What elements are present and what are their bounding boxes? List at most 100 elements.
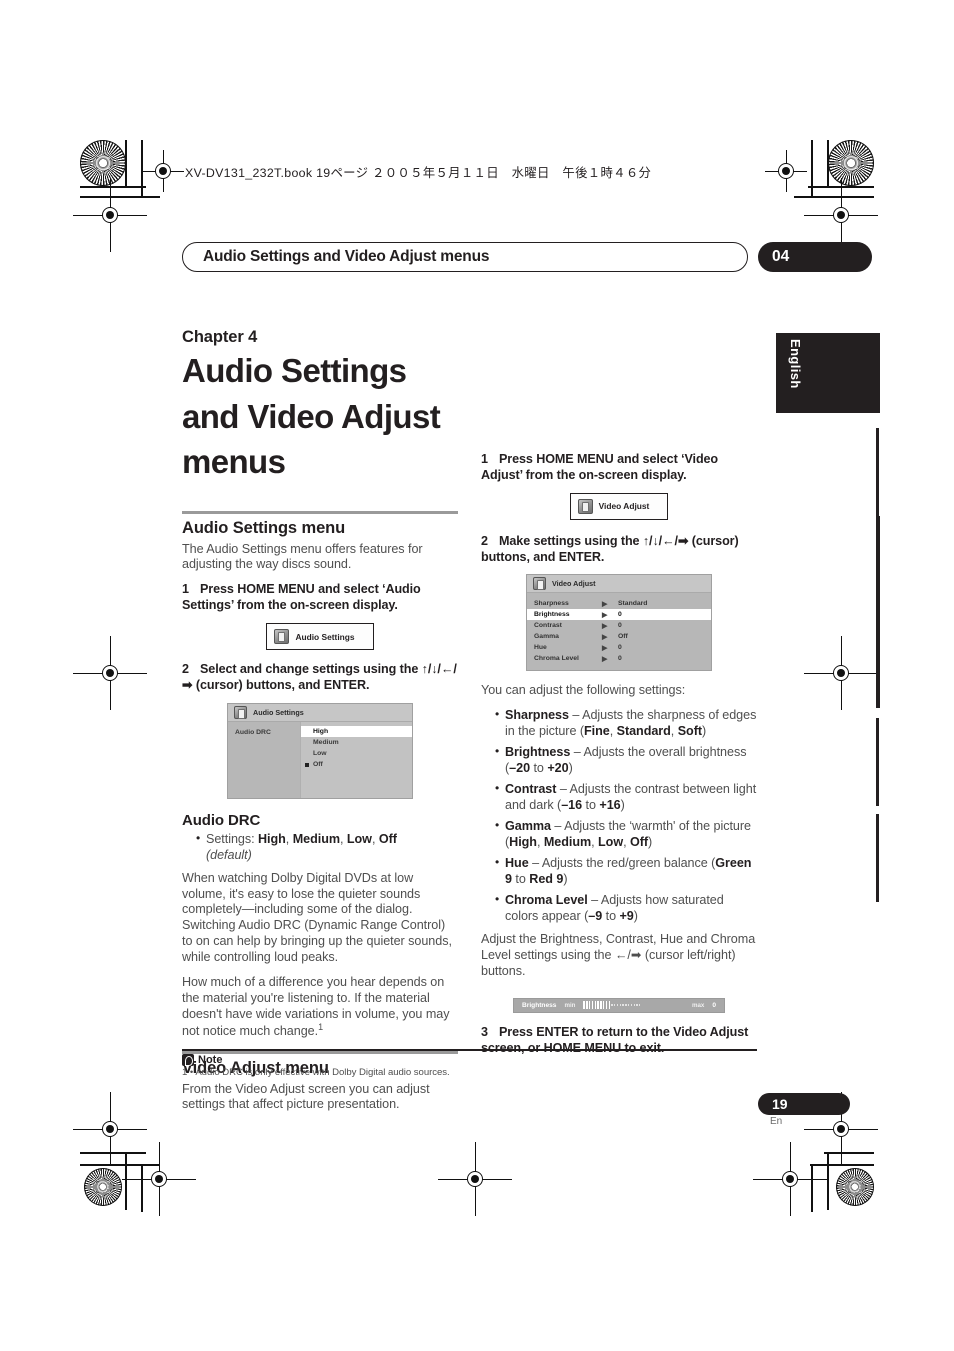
osd-video-row-brightness-value: 0: [618, 611, 622, 619]
footnote-marker: 1: [318, 1022, 324, 1033]
note-icon: [182, 1053, 194, 1066]
crop-mark-bottom-right-h2: [810, 1164, 874, 1166]
osd-slider-max-label: max: [691, 1001, 705, 1009]
audio-drc-settings-item: Settings: High, Medium, Low, Off (defaul…: [196, 831, 458, 864]
video-setting-sharpness-close: ): [701, 724, 707, 739]
osd-video-row-hue[interactable]: Hue ▶ 0: [527, 642, 711, 653]
edge-tab-marker-3: [876, 612, 880, 708]
chevron-right-icon: ▶: [602, 600, 608, 608]
osd-video-row-gamma-value: Off: [618, 633, 628, 641]
video-setting-brightness-close: ): [568, 761, 573, 776]
chevron-right-icon: ▶: [602, 644, 608, 652]
audio-step-2-text: Select and change settings using the ↑/↓…: [182, 662, 457, 692]
note-divider: [182, 1049, 757, 1051]
video-setting-contrast-max: +16: [599, 798, 621, 813]
video-step-1: 1 Press HOME MENU and select ‘Video Adjus…: [481, 452, 757, 484]
osd-panel-audio-title-bar: Audio Settings: [228, 703, 412, 722]
edge-tab-marker-4: [876, 718, 879, 806]
osd-video-row-chroma-label: Chroma Level: [534, 655, 579, 663]
osd-video-row-list: Sharpness ▶ Standard Brightness ▶ 0 Cont…: [527, 593, 711, 664]
osd-panel-audio-body: Audio DRC High Medium Low Off: [228, 721, 412, 798]
registration-target-right-middle: [804, 636, 878, 710]
osd-brightness-slider[interactable]: Brightness min max 0: [513, 997, 725, 1013]
video-setting-brightness-min: –20: [509, 761, 531, 776]
source-filename-line: XV-DV131_232T.book 19ページ ２００５年５月１１日 水曜日 …: [185, 166, 652, 180]
video-setting-contrast-close: ): [620, 798, 625, 813]
osd-button-video-adjust-label: Video Adjust: [598, 501, 650, 512]
osd-video-row-chroma-value: 0: [618, 655, 622, 663]
page-number-badge: 19: [758, 1093, 850, 1115]
registration-target-bottom-center: [438, 1142, 512, 1216]
osd-slider-ticks[interactable]: [583, 999, 683, 1012]
video-setting-hue-sep: to: [511, 872, 530, 887]
osd-video-row-hue-label: Hue: [534, 644, 547, 652]
chapter-number-badge: 04: [758, 242, 872, 272]
osd-audio-option-low[interactable]: Low: [301, 748, 412, 759]
video-setting-chroma-close: ): [633, 909, 638, 924]
osd-slider-min-label: min: [564, 1001, 576, 1009]
left-column: Chapter 4 Audio Settings and Video Adjus…: [182, 328, 458, 1122]
video-setting-hue-name: Hue: [505, 856, 529, 871]
crop-mark-top-left-v: [125, 140, 127, 188]
page-canvas: XV-DV131_232T.book 19ページ ２００５年５月１１日 水曜日 …: [0, 0, 954, 1351]
osd-panel-video-adjust[interactable]: Video Adjust Sharpness ▶ Standard Bright…: [526, 574, 712, 672]
osd-audio-option-off[interactable]: Off: [301, 759, 412, 770]
video-setting-chroma-sep: to: [602, 909, 620, 924]
video-setting-chroma-min: –9: [588, 909, 603, 924]
speaker-icon: [274, 629, 290, 645]
video-setting-contrast: Contrast – Adjusts the contrast between …: [495, 781, 757, 814]
crop-mark-top-left-h2: [80, 196, 160, 198]
video-step-3-number: 3: [481, 1024, 488, 1039]
osd-video-row-brightness[interactable]: Brightness ▶ 0: [527, 609, 711, 621]
crop-mark-bottom-right-v: [827, 1152, 829, 1210]
osd-audio-option-high[interactable]: High: [301, 725, 412, 737]
osd-video-row-gamma[interactable]: Gamma ▶ Off: [527, 631, 711, 642]
video-settings-intro: You can adjust the following settings:: [481, 683, 686, 698]
audio-step-1: 1 Press HOME MENU and select ‘Audio Setti…: [182, 582, 458, 614]
crop-mark-bottom-left-h: [80, 1152, 146, 1154]
video-setting-brightness-max: +20: [547, 761, 569, 776]
note-heading: Note: [198, 1053, 223, 1066]
crop-mark-top-left-v2: [141, 140, 143, 198]
crop-mark-top-right-v2: [811, 140, 813, 198]
audio-step-2: 2 Select and change settings using the ↑/…: [182, 662, 458, 694]
audio-settings-intro: The Audio Settings menu offers features …: [182, 541, 423, 572]
osd-video-row-hue-value: 0: [618, 644, 622, 652]
video-setting-sharpness-v3: Soft: [677, 724, 702, 739]
page-language-code: En: [770, 1116, 783, 1127]
crop-mark-top-left-h: [80, 186, 146, 188]
osd-button-audio-settings[interactable]: Audio Settings: [266, 623, 374, 651]
video-setting-sharpness-v1: Fine: [584, 724, 610, 739]
audio-drc-default-note: (default): [206, 847, 252, 862]
osd-video-row-sharpness[interactable]: Sharpness ▶ Standard: [527, 598, 711, 609]
video-setting-contrast-min: –16: [561, 798, 583, 813]
video-setting-brightness-sep: to: [530, 761, 548, 776]
video-setting-hue-close: ): [563, 872, 568, 887]
osd-video-row-contrast[interactable]: Contrast ▶ 0: [527, 620, 711, 631]
subsection-heading-audio-drc: Audio DRC: [182, 811, 261, 829]
osd-video-row-contrast-value: 0: [618, 622, 622, 630]
video-setting-contrast-name: Contrast: [505, 782, 557, 797]
edge-tab-marker-1: [876, 428, 879, 516]
audio-drc-value-medium: Medium: [292, 831, 340, 846]
section-heading-audio-settings: Audio Settings menu: [182, 518, 346, 537]
language-tab: English: [776, 333, 880, 413]
osd-video-row-chroma-level[interactable]: Chroma Level ▶ 0: [527, 653, 711, 664]
osd-slider-label: Brightness: [522, 1001, 557, 1009]
audio-step-1-number: 1: [182, 582, 189, 597]
registration-rosette-bottom-right: [836, 1168, 874, 1206]
note-marker: 1: [182, 1066, 188, 1078]
video-setting-hue: Hue – Adjusts the red/green balance (Gre…: [495, 855, 757, 888]
video-setting-contrast-sep: to: [582, 798, 600, 813]
audio-drc-value-low: Low: [346, 831, 372, 846]
osd-audio-option-medium[interactable]: Medium: [301, 737, 412, 748]
osd-audio-item-drc[interactable]: Audio DRC: [235, 728, 300, 738]
video-setting-chroma-level: Chroma Level – Adjusts how saturated col…: [495, 892, 757, 925]
osd-button-video-adjust[interactable]: Video Adjust: [569, 492, 669, 520]
video-setting-brightness-name: Brightness: [505, 745, 571, 760]
video-setting-chroma-max: +9: [619, 909, 634, 924]
video-step-2-text: Make settings using the ↑/↓/←/➡ (cursor)…: [481, 533, 739, 564]
audio-drc-settings-list: Settings: High, Medium, Low, Off (defaul…: [182, 831, 458, 864]
audio-drc-settings-prefix: Settings:: [206, 831, 259, 846]
osd-panel-audio-settings[interactable]: Audio Settings Audio DRC High Medium Low…: [227, 702, 413, 799]
